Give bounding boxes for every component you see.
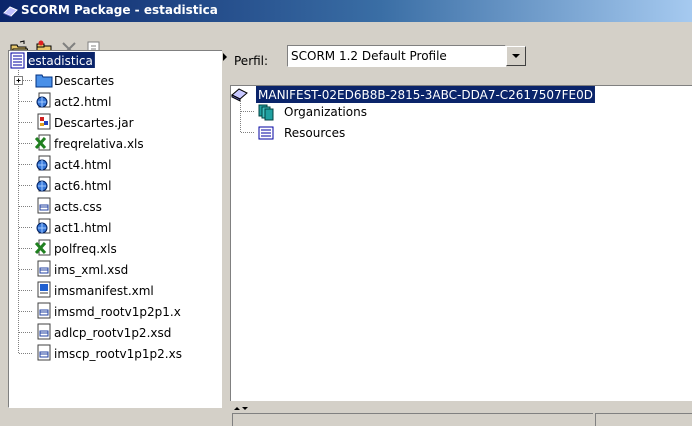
tree-item-label: act4.html bbox=[54, 158, 111, 172]
manifest-tree-panel[interactable]: MANIFEST-02ED6B8B-2815-3ABC-DDA7-C261750… bbox=[230, 85, 692, 402]
manifest-root-label: MANIFEST-02ED6B8B-2815-3ABC-DDA7-C261750… bbox=[258, 88, 593, 102]
html-file-icon bbox=[36, 155, 51, 171]
css-file-icon bbox=[37, 197, 51, 214]
tree-item[interactable]: Descartes.jar bbox=[19, 113, 134, 130]
manifest-item-label: Resources bbox=[284, 126, 345, 140]
file-tree[interactable]: estadistica Descartes act2.html Descartes.j… bbox=[9, 51, 223, 407]
manifest-root[interactable]: MANIFEST-02ED6B8B-2815-3ABC-DDA7-C261750… bbox=[231, 86, 595, 103]
xsd-file-icon bbox=[37, 323, 51, 340]
excel-file-icon bbox=[34, 134, 51, 151]
folder-icon bbox=[35, 74, 53, 88]
manifest-icon bbox=[231, 88, 248, 102]
tree-item[interactable]: adlcp_rootv1p2.xsd bbox=[19, 323, 171, 340]
expand-plus-icon[interactable] bbox=[14, 76, 23, 85]
expand-down-icon[interactable] bbox=[242, 407, 248, 410]
tree-item-label: imscp_rootv1p1p2.xs bbox=[54, 347, 182, 361]
html-file-icon bbox=[36, 92, 51, 108]
xml-file-icon bbox=[37, 281, 51, 298]
manifest-tree[interactable]: MANIFEST-02ED6B8B-2815-3ABC-DDA7-C261750… bbox=[231, 86, 692, 402]
tree-item-label: Descartes bbox=[54, 74, 114, 88]
tree-item[interactable]: imscp_rootv1p1p2.xs bbox=[19, 344, 182, 361]
tree-item-label: freqrelativa.xls bbox=[54, 137, 144, 151]
tree-item[interactable]: acts.css bbox=[19, 197, 102, 214]
tree-item[interactable]: act2.html bbox=[19, 92, 111, 109]
collapse-arrow-icon[interactable] bbox=[223, 53, 227, 61]
tree-item[interactable]: act4.html bbox=[19, 155, 111, 172]
profile-select-value: SCORM 1.2 Default Profile bbox=[291, 49, 447, 63]
profile-select-field[interactable]: SCORM 1.2 Default Profile bbox=[287, 45, 506, 67]
html-file-icon bbox=[36, 218, 51, 234]
tree-item-label: imsmanifest.xml bbox=[54, 284, 154, 298]
document-icon bbox=[10, 52, 25, 69]
tree-item-label: adlcp_rootv1p2.xsd bbox=[54, 326, 171, 340]
profile-bar: Perfil: SCORM 1.2 Default Profile bbox=[230, 24, 692, 68]
horizontal-splitter[interactable] bbox=[230, 401, 692, 426]
tree-item[interactable]: freqrelativa.xls bbox=[19, 134, 144, 151]
tree-item[interactable]: act1.html bbox=[19, 218, 111, 235]
package-icon bbox=[3, 6, 18, 17]
title-bar: SCORM Package - estadistica bbox=[0, 0, 692, 22]
vertical-splitter[interactable] bbox=[222, 24, 230, 425]
expand-up-icon[interactable] bbox=[234, 407, 240, 410]
tree-item[interactable]: polfreq.xls bbox=[19, 239, 117, 256]
tree-item[interactable]: act6.html bbox=[19, 176, 111, 193]
tree-root-label: estadistica bbox=[28, 54, 93, 68]
manifest-item[interactable]: Organizations bbox=[241, 104, 367, 121]
tree-item-label: act6.html bbox=[54, 179, 111, 193]
resources-icon bbox=[258, 126, 274, 140]
tree-item[interactable]: imsmanifest.xml bbox=[19, 281, 154, 298]
html-file-icon bbox=[36, 176, 51, 192]
organizations-icon bbox=[258, 104, 274, 121]
manifest-item-label: Organizations bbox=[284, 105, 367, 119]
xsd-file-icon bbox=[37, 344, 51, 361]
tree-item-label: act1.html bbox=[54, 221, 111, 235]
tree-item-label: Descartes.jar bbox=[54, 116, 134, 130]
tree-item-label: polfreq.xls bbox=[54, 242, 117, 256]
tree-item-label: act2.html bbox=[54, 95, 111, 109]
jar-file-icon bbox=[37, 113, 51, 130]
tree-item[interactable]: Descartes bbox=[14, 74, 115, 88]
bottom-pane-right bbox=[595, 413, 692, 426]
xsd-file-icon bbox=[37, 302, 51, 319]
chevron-down-icon[interactable] bbox=[506, 46, 526, 66]
bottom-pane bbox=[232, 413, 593, 426]
profile-label: Perfil: bbox=[234, 54, 269, 68]
tree-item[interactable]: imsmd_rootv1p2p1.x bbox=[19, 302, 181, 319]
xsd-file-icon bbox=[37, 260, 51, 277]
file-tree-panel[interactable]: estadistica Descartes act2.html Descartes.j… bbox=[8, 50, 224, 408]
tree-root-estadistica[interactable]: estadistica bbox=[10, 52, 95, 69]
excel-file-icon bbox=[34, 239, 51, 256]
tree-item[interactable]: ims_xml.xsd bbox=[19, 260, 128, 277]
tree-item-label: acts.css bbox=[54, 200, 102, 214]
tree-item-label: ims_xml.xsd bbox=[54, 263, 128, 277]
tree-item-label: imsmd_rootv1p2p1.x bbox=[54, 305, 181, 319]
profile-select[interactable]: SCORM 1.2 Default Profile bbox=[287, 45, 527, 67]
manifest-item[interactable]: Resources bbox=[241, 126, 345, 140]
window-title: SCORM Package - estadistica bbox=[21, 3, 218, 17]
